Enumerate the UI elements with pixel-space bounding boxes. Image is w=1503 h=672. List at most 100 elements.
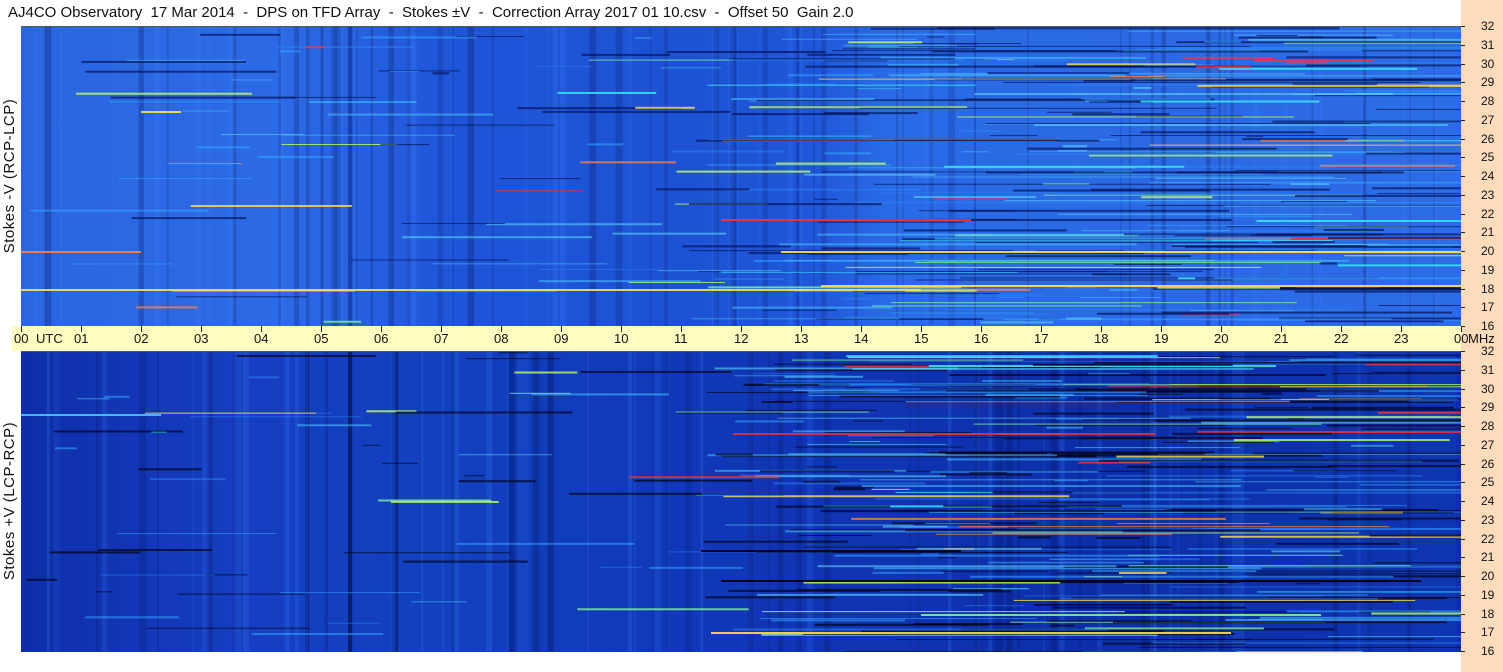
spectrogram-band [304,46,326,49]
frequency-tick-label: 19 [1481,262,1495,277]
spectrogram-band [1033,412,1154,415]
time-tick-label: 15 [914,331,929,346]
spectrogram-band [1017,536,1051,539]
spectrogram-band [297,424,372,427]
spectrogram-band [677,412,783,414]
spectrogram-band [1285,61,1327,63]
spectrogram-band [1148,224,1347,226]
spectrogram-band [634,37,652,39]
spectrogram-band [847,357,1221,359]
spectrogram-band [290,96,377,98]
spectrogram-band [77,398,110,400]
spectrogram-texture [787,27,793,327]
spectrogram-band [1003,438,1154,440]
spectrogram-band [486,223,663,226]
spectrogram-band [361,36,477,39]
spectrogram-band [580,370,732,373]
frequency-tick-label: 31 [1481,37,1495,52]
spectrogram-band [939,473,1032,476]
spectrogram-band [797,588,1002,591]
spectrogram-band [1314,476,1349,478]
spectrogram-texture [53,352,60,652]
spectrogram-band [1377,193,1461,195]
frequency-tick-label: 24 [1481,169,1495,183]
spectrogram-band [1361,428,1461,430]
spectrogram-band [1185,245,1461,248]
spectrogram-band [1155,177,1347,179]
spectrogram-band [1092,570,1257,573]
spectrogram-band [176,296,308,298]
spectrogram-band [54,430,183,433]
spectrogram-texture [767,352,771,652]
spectrogram-band [964,605,1024,607]
spectrogram-band [323,320,362,323]
chart-title: AJ4CO Observatory 17 Mar 2014 - DPS on T… [8,4,854,21]
spectrogram-texture [896,27,898,327]
spectrogram-band [1038,501,1101,503]
spectrogram-band [1246,136,1264,138]
spectrogram-band [1036,424,1226,426]
spectrogram-band [942,302,1121,304]
frequency-tick-label: 26 [1481,456,1495,471]
spectrogram-band [817,221,965,223]
spectrogram-band [1295,583,1320,585]
spectrogram-band [580,161,676,164]
frequency-tick-label: 28 [1481,419,1495,433]
spectrogram-band [1365,152,1461,155]
spectrogram-texture [452,27,454,327]
spectrogram-band [1027,147,1277,150]
spectrogram-texture [547,352,554,652]
frequency-tick-label: 30 [1481,381,1495,396]
time-tick-label: 06 [374,331,389,346]
frequency-tick-label: 21 [1481,225,1495,240]
spectrogram-texture [333,27,341,327]
frequency-tick [1461,232,1465,234]
spectrogram-band [1275,542,1400,545]
spectrogram-band [842,48,975,50]
spectrogram-band [1279,288,1461,291]
frequency-tick-label: 17 [1481,300,1495,315]
spectrogram-band [1218,398,1282,400]
spectrogram-band [49,551,140,554]
spectrogram-texture [1432,27,1435,327]
frequency-tick-label: 24 [1481,494,1495,508]
spectrogram-band [848,41,923,44]
spectrogram-texture [506,352,509,652]
spectrogram-band [131,217,247,220]
spectrogram-band [1289,359,1461,362]
spectrogram-band [934,79,1137,81]
spectrogram-band [914,279,1232,281]
spectrogram-band [759,617,1037,619]
spectrogram-band [70,263,173,265]
spectrogram-band [1152,642,1461,644]
time-tick-label: 11 [674,331,688,346]
spectrogram-texture [737,27,739,327]
spectrogram-band [649,566,744,569]
spectrogram-band [1062,145,1088,148]
spectrogram-band [937,27,1340,30]
spectrogram-band [136,306,198,309]
spectrogram-band [844,316,1010,319]
time-tick-label: 05 [314,331,329,346]
spectrogram-band [190,204,352,207]
spectrogram-band [840,297,876,300]
spectrogram-band [817,565,1117,568]
frequency-tick-label: 25 [1481,475,1495,490]
spectrogram-band [1185,408,1461,411]
spectrogram-band [880,192,1060,194]
spectrogram-band [888,74,1126,77]
spectrogram-band [248,376,280,379]
spectrogram-band [939,451,1215,454]
spectrogram-band [843,45,958,47]
frequency-tick [1461,307,1465,309]
spectrogram-band [1197,431,1461,434]
spectrogram-band [1172,432,1333,435]
time-tick-label: 08 [494,331,509,346]
time-tick-label: 01 [74,331,89,346]
spectrogram-band [1042,183,1090,185]
spectrogram-band [281,134,455,136]
spectrogram-band [701,550,961,552]
spectrogram-band [703,540,848,543]
frequency-tick [1461,557,1465,559]
spectrogram-band [536,66,593,68]
